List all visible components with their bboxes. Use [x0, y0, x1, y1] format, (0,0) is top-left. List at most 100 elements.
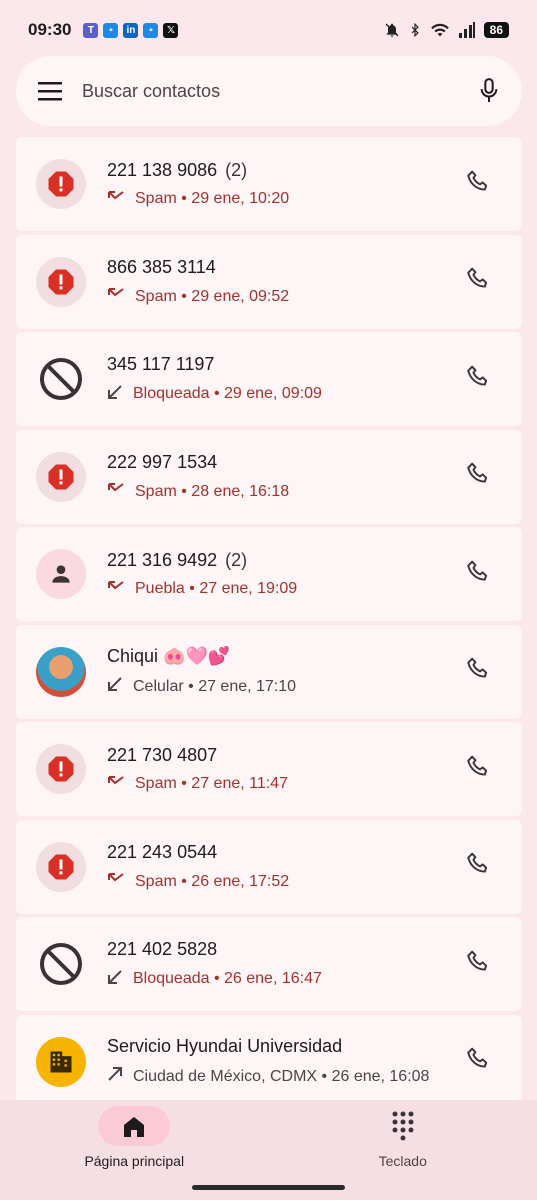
call-log-item[interactable]: 221 243 0544 Spam • 26 ene, 17:52	[16, 819, 522, 914]
call-label: Spam	[135, 775, 177, 792]
missed-call-icon	[107, 190, 135, 209]
x-icon: 𝕏	[163, 22, 179, 38]
call-details: Chiqui 🐽🩷💕 Celular • 27 ene, 17:10	[107, 646, 458, 697]
caller-row: Servicio Hyundai Universidad	[107, 1036, 458, 1057]
call-label: Bloqueada	[133, 385, 210, 402]
mute-icon	[385, 23, 399, 37]
gesture-home-indicator[interactable]	[192, 1185, 345, 1190]
notification-icons: T ▪ in ▪ 𝕏	[83, 22, 179, 38]
call-date: 27 ene, 11:47	[191, 775, 288, 792]
call-log-item[interactable]: 222 997 1534 Spam • 28 ene, 16:18	[16, 429, 522, 524]
call-button[interactable]	[458, 262, 498, 302]
call-button[interactable]	[458, 359, 498, 399]
call-meta: Ciudad de México, CDMX • 26 ene, 16:08	[107, 1066, 458, 1087]
call-date: 26 ene, 17:52	[191, 872, 290, 890]
call-meta: Bloqueada • 26 ene, 16:47	[107, 969, 458, 990]
call-details: 221 730 4807 Spam • 27 ene, 11:47	[107, 745, 458, 794]
call-button[interactable]	[458, 457, 498, 497]
caller-row: 866 385 3114	[107, 257, 458, 278]
phone-icon	[465, 1046, 491, 1077]
menu-icon[interactable]	[38, 81, 64, 101]
home-tab-indicator	[98, 1106, 171, 1146]
blocked-icon	[36, 354, 86, 404]
caller-row: 221 402 5828	[107, 939, 458, 960]
call-log-item[interactable]: Chiqui 🐽🩷💕 Celular • 27 ene, 17:10	[16, 624, 522, 719]
spam-warning-icon	[36, 256, 86, 307]
search-input[interactable]: Buscar contactos	[82, 81, 478, 102]
linkedin-icon: in	[123, 22, 139, 38]
incoming-call-icon	[107, 676, 133, 697]
missed-call-icon	[107, 287, 135, 306]
person-icon	[36, 549, 86, 599]
missed-call-icon	[107, 482, 135, 501]
call-label: Ciudad de México, CDMX	[133, 1067, 318, 1085]
tab-keypad-label: Teclado	[378, 1153, 427, 1169]
separator-dot: •	[176, 775, 192, 792]
call-date: 29 ene, 10:20	[191, 190, 290, 207]
phone-icon	[465, 559, 491, 590]
call-log-item[interactable]: 345 117 1197 Bloqueada • 29 ene, 09:09	[16, 332, 522, 426]
call-meta: Spam • 29 ene, 09:52	[107, 287, 458, 306]
call-count: (2)	[225, 549, 248, 570]
call-log-item[interactable]: 221 316 9492 (2) Puebla • 27 ene, 19:09	[16, 527, 522, 621]
keypad-tab-indicator	[367, 1106, 439, 1146]
incoming-call-icon	[107, 384, 133, 405]
wifi-icon	[430, 23, 449, 37]
call-meta: Bloqueada • 29 ene, 09:09	[107, 384, 458, 405]
separator-dot: •	[176, 190, 192, 207]
call-button[interactable]	[458, 944, 498, 984]
separator-dot: •	[184, 580, 200, 597]
status-time: 09:30	[28, 20, 72, 39]
call-button[interactable]	[458, 1042, 498, 1082]
caller-name: Chiqui 🐽🩷💕	[107, 646, 231, 666]
call-button[interactable]	[458, 164, 498, 204]
call-meta: Puebla • 27 ene, 19:09	[107, 580, 458, 599]
phone-icon	[465, 754, 491, 785]
call-log-item[interactable]: 221 138 9086 (2) Spam • 29 ene, 10:20	[16, 137, 522, 231]
call-log-item[interactable]: 221 730 4807 Spam • 27 ene, 11:47	[16, 722, 522, 816]
bluetooth-icon	[411, 22, 419, 38]
caller-row: 221 316 9492 (2)	[107, 550, 458, 571]
call-details: 345 117 1197 Bloqueada • 29 ene, 09:09	[107, 354, 458, 405]
caller-row: 222 997 1534	[107, 452, 458, 473]
call-date: 27 ene, 17:10	[198, 677, 297, 695]
caller-name: Servicio Hyundai Universidad	[107, 1036, 343, 1056]
call-button[interactable]	[458, 847, 498, 887]
caller-name: 866 385 3114	[107, 257, 216, 277]
call-log-item[interactable]: 866 385 3114 Spam • 29 ene, 09:52	[16, 234, 522, 329]
call-label: Bloqueada	[133, 970, 210, 987]
blocked-icon	[36, 939, 86, 989]
separator-dot: •	[176, 287, 192, 305]
call-log-item[interactable]: 221 402 5828 Bloqueada • 26 ene, 16:47	[16, 917, 522, 1011]
caller-name: 221 243 0544	[107, 842, 218, 862]
spam-warning-icon	[36, 159, 86, 209]
caller-name: 221 402 5828	[107, 938, 218, 959]
call-button[interactable]	[458, 652, 498, 692]
call-label: Spam	[135, 482, 177, 500]
phone-icon	[465, 949, 491, 980]
call-log-item[interactable]: Servicio Hyundai Universidad Ciudad de Mé…	[16, 1014, 522, 1100]
caller-row: 221 138 9086 (2)	[107, 160, 458, 181]
call-details: 221 138 9086 (2) Spam • 29 ene, 10:20	[107, 160, 458, 209]
call-label: Spam	[135, 872, 177, 890]
missed-call-icon	[107, 872, 135, 891]
call-button[interactable]	[458, 749, 498, 789]
microphone-icon[interactable]	[478, 77, 500, 105]
call-date: 27 ene, 19:09	[199, 580, 298, 597]
call-label: Puebla	[135, 580, 185, 597]
caller-name: 221 730 4807	[107, 744, 218, 765]
call-date: 28 ene, 16:18	[191, 482, 290, 500]
caller-name: 221 316 9492	[107, 549, 218, 570]
call-date: 29 ene, 09:09	[224, 385, 322, 402]
search-bar[interactable]: Buscar contactos	[16, 56, 522, 126]
dialpad-icon	[392, 1111, 414, 1141]
contact-photo	[36, 646, 86, 697]
spam-warning-icon	[36, 841, 86, 892]
call-details: 221 243 0544 Spam • 26 ene, 17:52	[107, 842, 458, 891]
spam-warning-icon	[36, 451, 86, 502]
call-date: 26 ene, 16:47	[224, 970, 322, 987]
phone-icon	[465, 364, 491, 395]
caller-name: 222 997 1534	[107, 452, 218, 472]
call-count: (2)	[225, 159, 248, 180]
call-button[interactable]	[458, 554, 498, 594]
